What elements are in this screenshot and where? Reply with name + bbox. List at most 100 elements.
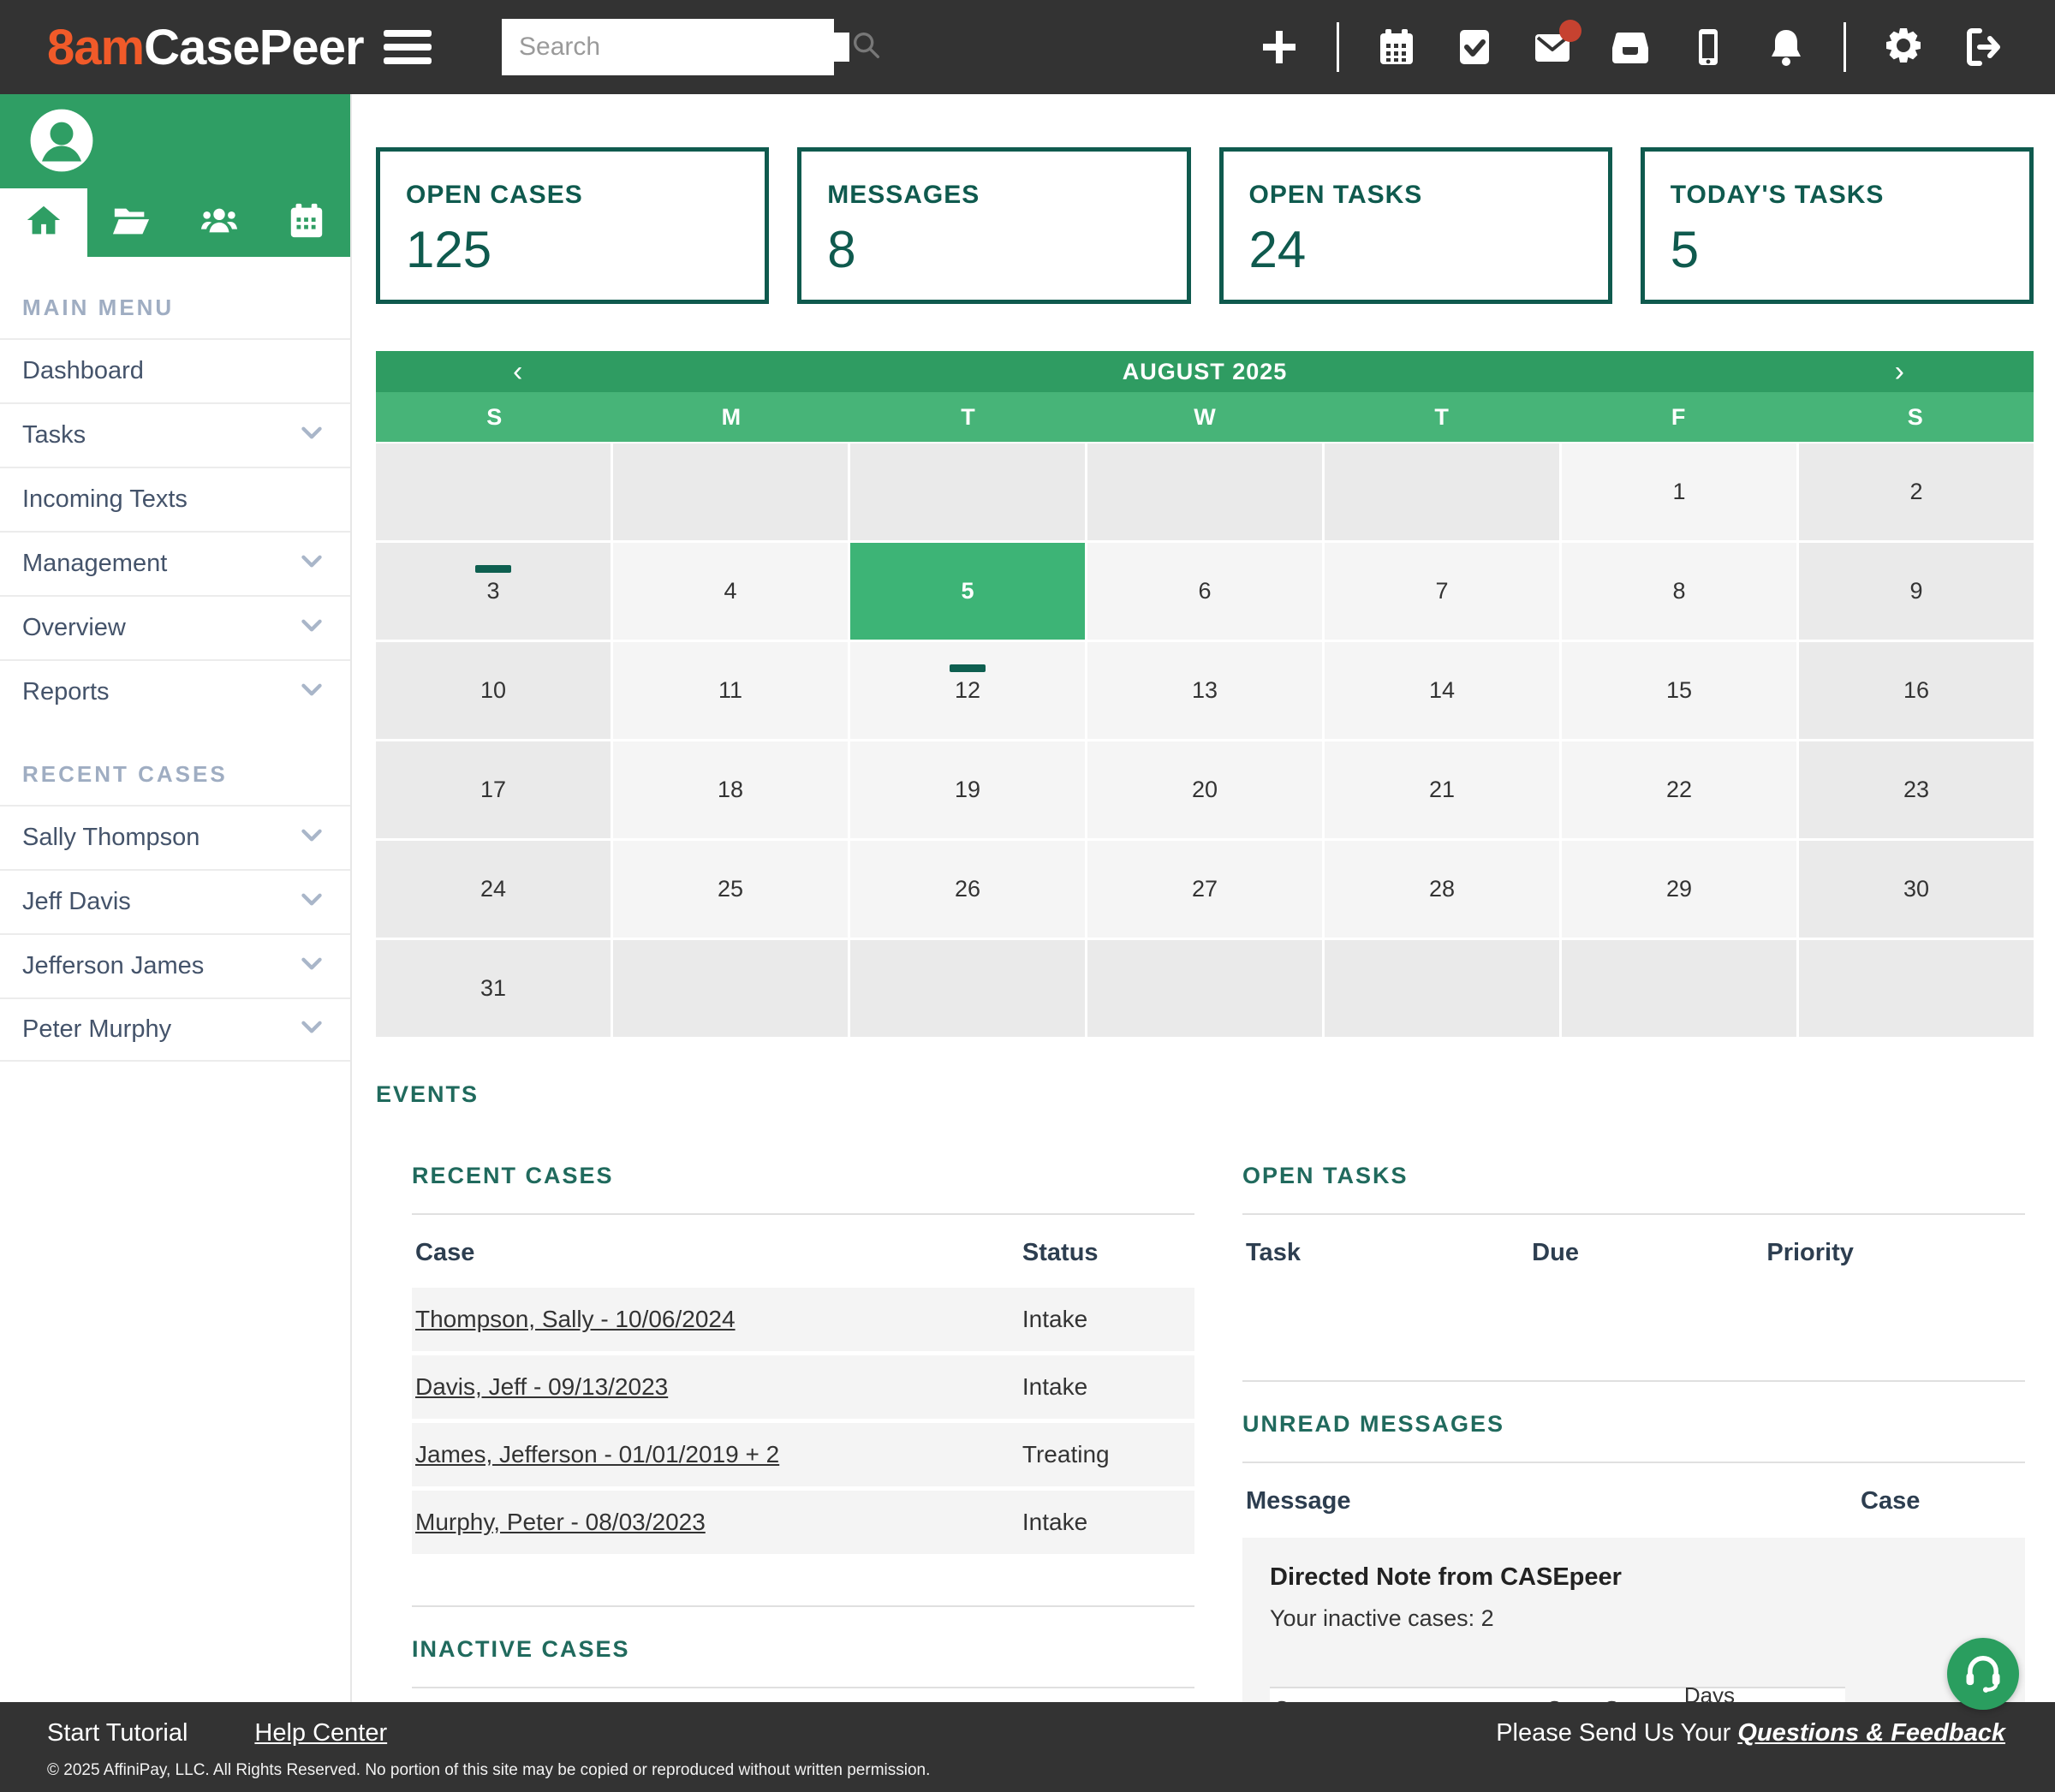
sidebar-item-dashboard[interactable]: Dashboard: [0, 338, 350, 402]
tasks-check-icon[interactable]: [1454, 27, 1495, 68]
case-link[interactable]: Davis, Jeff - 09/13/2023: [415, 1373, 668, 1400]
calendar-day-cell[interactable]: 18: [613, 741, 848, 838]
calendar-day-cell[interactable]: 23: [1799, 741, 2034, 838]
top-navbar: 8amCasePeer: [0, 0, 2055, 94]
questions-feedback-link[interactable]: Questions & Feedback: [1737, 1719, 2005, 1747]
calendar-day-cell[interactable]: 29: [1562, 841, 1796, 938]
sidebar-case-peter-murphy[interactable]: Peter Murphy: [0, 997, 350, 1062]
calendar-day-cell[interactable]: 7: [1325, 543, 1559, 640]
left-panel: RECENT CASES Case Status Thompson, Sally…: [412, 1163, 1194, 1702]
add-icon[interactable]: [1259, 27, 1300, 68]
sidebar-case-sally-thompson[interactable]: Sally Thompson: [0, 805, 350, 869]
calendar-day-cell[interactable]: 26: [850, 841, 1085, 938]
day-number: 16: [1903, 677, 1929, 704]
notifications-bell-icon[interactable]: [1766, 27, 1807, 68]
unread-message-item[interactable]: Directed Note from CASEpeer Your inactiv…: [1242, 1538, 2025, 1702]
calendar-day-cell[interactable]: 16: [1799, 642, 2034, 739]
folder-icon: [111, 201, 151, 245]
dow-label: T: [849, 392, 1087, 442]
calendar-day-cell[interactable]: 20: [1087, 741, 1322, 838]
mobile-phone-icon[interactable]: [1688, 27, 1729, 68]
calendar-day-cell[interactable]: 19: [850, 741, 1085, 838]
calendar-day-cell[interactable]: 21: [1325, 741, 1559, 838]
calendar-day-cell[interactable]: 5: [850, 543, 1085, 640]
tab-home[interactable]: [0, 188, 87, 257]
search-input[interactable]: [519, 33, 849, 62]
event-indicator: [475, 565, 511, 573]
start-tutorial-link[interactable]: Start Tutorial: [47, 1719, 188, 1747]
calendar-day-cell[interactable]: 13: [1087, 642, 1322, 739]
inactive-cases-section: INACTIVE CASES Case Status Last Touched: [412, 1605, 1194, 1702]
open-cases-card[interactable]: OPEN CASES 125: [376, 147, 769, 304]
calendar-day-cell[interactable]: 10: [376, 642, 611, 739]
tab-contacts[interactable]: [176, 188, 263, 257]
chevron-down-icon: [297, 675, 326, 711]
calendar-month-label: AUGUST 2025: [376, 359, 2034, 385]
day-number: 2: [1909, 479, 1922, 505]
calendar-day-cell[interactable]: 8: [1562, 543, 1796, 640]
day-number: 28: [1429, 876, 1455, 902]
logout-icon[interactable]: [1961, 27, 2002, 68]
open-tasks-header-row: Task Due Priority: [1242, 1239, 2025, 1288]
calendar-day-cell[interactable]: 22: [1562, 741, 1796, 838]
calendar-day-cell[interactable]: 4: [613, 543, 848, 640]
sidebar-item-tasks[interactable]: Tasks: [0, 402, 350, 467]
app-logo[interactable]: 8amCasePeer: [0, 19, 351, 76]
sidebar-item-label: Jeff Davis: [22, 888, 131, 916]
calendar-day-cell[interactable]: 3: [376, 543, 611, 640]
help-center-link[interactable]: Help Center: [254, 1719, 387, 1747]
day-number: 26: [955, 876, 980, 902]
calendar-day-cell[interactable]: 12: [850, 642, 1085, 739]
calendar-day-cell[interactable]: 24: [376, 841, 611, 938]
sidebar-case-jeff-davis[interactable]: Jeff Davis: [0, 869, 350, 933]
sidebar-item-management[interactable]: Management: [0, 531, 350, 595]
day-number: 23: [1903, 777, 1929, 803]
case-link[interactable]: James, Jefferson - 01/01/2019 + 2: [415, 1441, 779, 1468]
calendar-icon[interactable]: [1376, 27, 1417, 68]
day-number: 9: [1909, 578, 1922, 604]
case-link[interactable]: Thompson, Sally - 10/06/2024: [415, 1306, 736, 1332]
search-icon[interactable]: [849, 28, 884, 67]
open-tasks-card[interactable]: OPEN TASKS 24: [1219, 147, 1612, 304]
calendar-day-cell[interactable]: 1: [1562, 444, 1796, 540]
calendar-day-cell[interactable]: 2: [1799, 444, 2034, 540]
messages-mail-icon[interactable]: [1532, 27, 1573, 68]
calendar-day-cell[interactable]: 9: [1799, 543, 2034, 640]
recent-cases-rows: Thompson, Sally - 10/06/2024 Intake Davis,…: [412, 1288, 1194, 1554]
calendar-day-cell[interactable]: 15: [1562, 642, 1796, 739]
sidebar-item-reports[interactable]: Reports: [0, 659, 350, 723]
feedback-text: Please Send Us Your Questions & Feedback: [1496, 1719, 2005, 1747]
calendar-day-cell[interactable]: 17: [376, 741, 611, 838]
hamburger-menu-icon[interactable]: [384, 30, 432, 64]
calendar-day-cell[interactable]: 14: [1325, 642, 1559, 739]
day-number: 19: [955, 777, 980, 803]
calendar-prev-button[interactable]: ‹: [513, 355, 523, 389]
recent-cases-header-row: Case Status: [412, 1239, 1194, 1288]
calendar-grid: 1234567891011121314151617181920212223242…: [376, 444, 2034, 1037]
inbox-tray-icon[interactable]: [1610, 27, 1651, 68]
case-link[interactable]: Murphy, Peter - 08/03/2023: [415, 1509, 706, 1535]
tab-calendar[interactable]: [263, 188, 350, 257]
calendar-day-cell[interactable]: 30: [1799, 841, 2034, 938]
settings-gear-icon[interactable]: [1883, 27, 1924, 68]
user-avatar[interactable]: [29, 108, 94, 173]
support-chat-button[interactable]: [1947, 1638, 2019, 1710]
calendar-day-cell[interactable]: 11: [613, 642, 848, 739]
todays-tasks-card[interactable]: TODAY'S TASKS 5: [1641, 147, 2034, 304]
sidebar-item-incoming-texts[interactable]: Incoming Texts: [0, 467, 350, 531]
chevron-down-icon: [297, 949, 326, 985]
calendar-day-cell[interactable]: 28: [1325, 841, 1559, 938]
messages-card[interactable]: MESSAGES 8: [797, 147, 1190, 304]
calendar-day-cell[interactable]: 31: [376, 940, 611, 1037]
calendar-day-cell[interactable]: 6: [1087, 543, 1322, 640]
calendar-day-cell[interactable]: 25: [613, 841, 848, 938]
divider: [1242, 1213, 2025, 1215]
calendar-next-button[interactable]: ›: [1895, 355, 1905, 389]
case-status: Intake: [1022, 1373, 1194, 1401]
sidebar-item-overview[interactable]: Overview: [0, 595, 350, 659]
calendar-day-cell[interactable]: 27: [1087, 841, 1322, 938]
navbar-divider: [1844, 22, 1846, 72]
calendar-day-cell: [1562, 940, 1796, 1037]
tab-cases[interactable]: [87, 188, 175, 257]
sidebar-case-jefferson-james[interactable]: Jefferson James: [0, 933, 350, 997]
